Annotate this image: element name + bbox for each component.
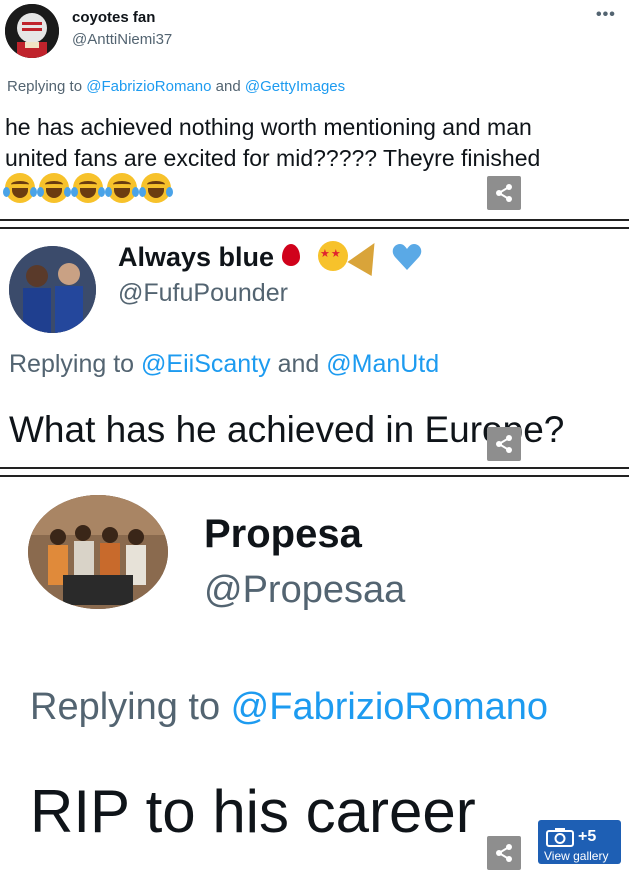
user-handle[interactable]: @Propesaa	[204, 569, 405, 612]
tweet-text-line: RIP to his career	[30, 778, 476, 845]
avatar[interactable]	[28, 495, 168, 609]
tweet-card-1: coyotes fan @AnttiNiemi37 ••• Replying t…	[0, 0, 629, 219]
replying-prefix: Replying to	[7, 78, 87, 95]
party-popper-icon	[347, 236, 387, 276]
tears-of-joy-emoji-icon	[3, 173, 37, 203]
emoji-row	[3, 173, 173, 203]
blue-heart-icon	[392, 243, 422, 271]
divider	[0, 219, 629, 229]
tears-of-joy-emoji-icon	[139, 173, 173, 203]
mention-link[interactable]: @GettyImages	[245, 78, 345, 95]
tweet-text-line: he has achieved nothing worth mentioning…	[5, 114, 532, 140]
more-options-icon[interactable]: •••	[596, 6, 616, 24]
share-icon[interactable]	[487, 836, 521, 870]
replying-prefix: Replying to	[30, 686, 231, 728]
replying-to: Replying to @FabrizioRomano	[30, 686, 548, 729]
mention-link[interactable]: @FabrizioRomano	[86, 78, 211, 95]
tears-of-joy-emoji-icon	[37, 173, 71, 203]
replying-to: Replying to @FabrizioRomano and @GettyIm…	[7, 78, 345, 95]
mention-link[interactable]: @ManUtd	[326, 350, 439, 378]
display-name[interactable]: Propesa	[204, 512, 362, 557]
divider	[0, 467, 629, 477]
replying-joiner: and	[211, 78, 245, 95]
tweet-card-2: Always blue @FufuPounder Replying to @Ei…	[0, 229, 629, 467]
user-handle[interactable]: @AnttiNiemi37	[72, 31, 172, 48]
tears-of-joy-emoji-icon	[105, 173, 139, 203]
tweet-text-line: united fans are excited for mid????? The…	[5, 145, 541, 171]
display-name[interactable]: coyotes fan	[72, 9, 155, 26]
share-icon[interactable]	[487, 176, 521, 210]
tears-of-joy-emoji-icon	[71, 173, 105, 203]
avatar[interactable]	[9, 246, 96, 333]
view-gallery-button[interactable]: +5 View gallery	[538, 820, 621, 864]
gallery-label: View gallery	[544, 849, 609, 863]
replying-joiner: and	[270, 350, 327, 378]
mention-link[interactable]: @EiiScanty	[141, 350, 271, 378]
drop-of-blood-icon	[282, 244, 300, 266]
star-struck-icon	[318, 241, 348, 271]
avatar[interactable]	[5, 4, 59, 58]
gallery-count: +5	[578, 828, 597, 845]
replying-prefix: Replying to	[9, 350, 142, 378]
user-handle[interactable]: @FufuPounder	[118, 279, 288, 308]
mention-link[interactable]: @FabrizioRomano	[231, 686, 548, 728]
tweet-text-line: What has he achieved in Europe?	[9, 409, 565, 450]
share-icon[interactable]	[487, 427, 521, 461]
display-name[interactable]: Always blue	[118, 242, 274, 273]
tweet-card-3: Propesa @Propesaa Replying to @FabrizioR…	[0, 477, 629, 864]
replying-to: Replying to @EiiScanty and @ManUtd	[9, 350, 439, 379]
